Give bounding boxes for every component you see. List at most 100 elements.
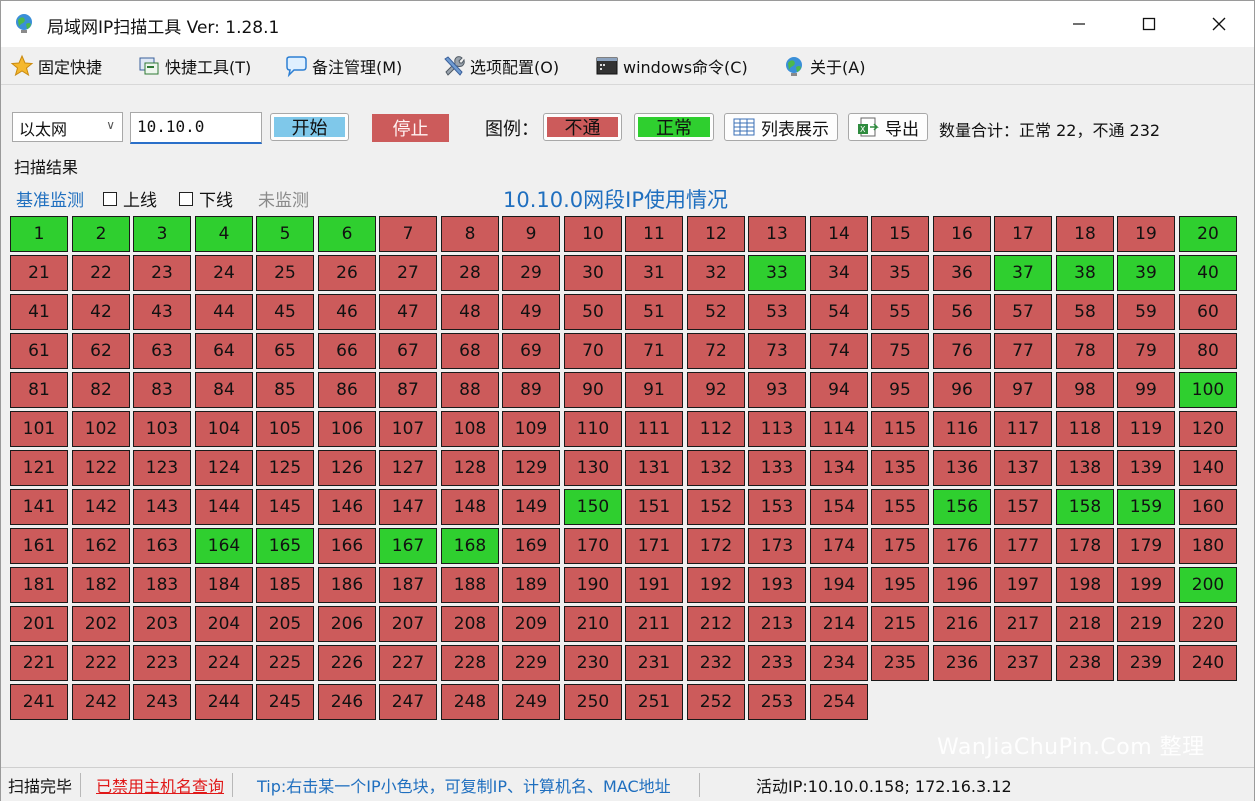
ip-cell[interactable]: 35	[871, 255, 929, 291]
ip-cell[interactable]: 228	[441, 645, 499, 681]
ip-cell[interactable]: 91	[625, 372, 683, 408]
ip-cell[interactable]: 39	[1117, 255, 1175, 291]
ip-cell[interactable]: 154	[810, 489, 868, 525]
ip-cell[interactable]: 208	[441, 606, 499, 642]
ip-cell[interactable]: 152	[687, 489, 745, 525]
ip-cell[interactable]: 31	[625, 255, 683, 291]
ip-cell[interactable]: 67	[379, 333, 437, 369]
ip-cell[interactable]: 48	[441, 294, 499, 330]
menu-quick-tools[interactable]: 快捷工具(T)	[137, 52, 251, 80]
ip-cell[interactable]: 68	[441, 333, 499, 369]
ip-cell[interactable]: 247	[379, 684, 437, 720]
ip-cell[interactable]: 194	[810, 567, 868, 603]
export-button[interactable]: X 导出	[848, 113, 928, 141]
ip-cell[interactable]: 11	[625, 216, 683, 252]
ip-cell[interactable]: 224	[195, 645, 253, 681]
ip-cell[interactable]: 251	[625, 684, 683, 720]
ip-cell[interactable]: 36	[933, 255, 991, 291]
ip-cell[interactable]: 188	[441, 567, 499, 603]
ip-cell[interactable]: 187	[379, 567, 437, 603]
ip-cell[interactable]: 10	[564, 216, 622, 252]
ip-cell[interactable]: 85	[256, 372, 314, 408]
ip-cell[interactable]: 209	[502, 606, 560, 642]
ip-cell[interactable]: 203	[133, 606, 191, 642]
ip-cell[interactable]: 29	[502, 255, 560, 291]
ip-cell[interactable]: 75	[871, 333, 929, 369]
ip-cell[interactable]: 110	[564, 411, 622, 447]
ip-cell[interactable]: 45	[256, 294, 314, 330]
ip-cell[interactable]: 160	[1179, 489, 1237, 525]
ip-cell[interactable]: 90	[564, 372, 622, 408]
ip-cell[interactable]: 80	[1179, 333, 1237, 369]
ip-cell[interactable]: 5	[256, 216, 314, 252]
ip-cell[interactable]: 184	[195, 567, 253, 603]
ip-cell[interactable]: 159	[1117, 489, 1175, 525]
adapter-select[interactable]: 以太网 ∨	[12, 112, 123, 142]
ip-cell[interactable]: 126	[318, 450, 376, 486]
ip-cell[interactable]: 181	[10, 567, 68, 603]
ip-cell[interactable]: 147	[379, 489, 437, 525]
ip-cell[interactable]: 254	[810, 684, 868, 720]
ip-cell[interactable]: 7	[379, 216, 437, 252]
ip-cell[interactable]: 56	[933, 294, 991, 330]
ip-cell[interactable]: 177	[994, 528, 1052, 564]
ip-cell[interactable]: 72	[687, 333, 745, 369]
ip-cell[interactable]: 51	[625, 294, 683, 330]
online-checkbox[interactable]: 上线	[103, 186, 157, 211]
ip-cell[interactable]: 189	[502, 567, 560, 603]
ip-cell[interactable]: 55	[871, 294, 929, 330]
ip-cell[interactable]: 1	[10, 216, 68, 252]
ip-cell[interactable]: 115	[871, 411, 929, 447]
ip-cell[interactable]: 46	[318, 294, 376, 330]
ip-cell[interactable]: 27	[379, 255, 437, 291]
ip-cell[interactable]: 89	[502, 372, 560, 408]
menu-fixed-shortcuts[interactable]: 固定快捷	[10, 52, 102, 80]
ip-cell[interactable]: 128	[441, 450, 499, 486]
ip-cell[interactable]: 114	[810, 411, 868, 447]
menu-notes[interactable]: 备注管理(M)	[284, 52, 402, 80]
list-view-button[interactable]: 列表展示	[724, 113, 838, 141]
ip-cell[interactable]: 186	[318, 567, 376, 603]
ip-cell[interactable]: 148	[441, 489, 499, 525]
ip-cell[interactable]: 92	[687, 372, 745, 408]
ip-cell[interactable]: 229	[502, 645, 560, 681]
ip-cell[interactable]: 213	[748, 606, 806, 642]
ip-cell[interactable]: 156	[933, 489, 991, 525]
ip-cell[interactable]: 102	[72, 411, 130, 447]
ip-cell[interactable]: 206	[318, 606, 376, 642]
ip-cell[interactable]: 42	[72, 294, 130, 330]
offline-checkbox[interactable]: 下线	[179, 186, 233, 211]
ip-cell[interactable]: 192	[687, 567, 745, 603]
ip-cell[interactable]: 235	[871, 645, 929, 681]
ip-cell[interactable]: 236	[933, 645, 991, 681]
ip-cell[interactable]: 20	[1179, 216, 1237, 252]
ip-cell[interactable]: 191	[625, 567, 683, 603]
ip-cell[interactable]: 119	[1117, 411, 1175, 447]
ip-cell[interactable]: 60	[1179, 294, 1237, 330]
ip-cell[interactable]: 61	[10, 333, 68, 369]
ip-cell[interactable]: 239	[1117, 645, 1175, 681]
ip-cell[interactable]: 207	[379, 606, 437, 642]
ip-cell[interactable]: 145	[256, 489, 314, 525]
ip-cell[interactable]: 129	[502, 450, 560, 486]
ip-cell[interactable]: 94	[810, 372, 868, 408]
ip-cell[interactable]: 57	[994, 294, 1052, 330]
ip-cell[interactable]: 96	[933, 372, 991, 408]
ip-cell[interactable]: 172	[687, 528, 745, 564]
ip-cell[interactable]: 242	[72, 684, 130, 720]
ip-cell[interactable]: 162	[72, 528, 130, 564]
close-button[interactable]	[1184, 1, 1254, 47]
ip-cell[interactable]: 113	[748, 411, 806, 447]
ip-cell[interactable]: 143	[133, 489, 191, 525]
ip-cell[interactable]: 40	[1179, 255, 1237, 291]
ip-cell[interactable]: 62	[72, 333, 130, 369]
ip-cell[interactable]: 222	[72, 645, 130, 681]
ip-cell[interactable]: 200	[1179, 567, 1237, 603]
ip-cell[interactable]: 136	[933, 450, 991, 486]
ip-cell[interactable]: 221	[10, 645, 68, 681]
ip-cell[interactable]: 79	[1117, 333, 1175, 369]
base-monitor-link[interactable]: 基准监测	[16, 186, 84, 211]
hostname-lookup-link[interactable]: 已禁用主机名查询	[96, 773, 234, 797]
ip-cell[interactable]: 103	[133, 411, 191, 447]
ip-cell[interactable]: 132	[687, 450, 745, 486]
